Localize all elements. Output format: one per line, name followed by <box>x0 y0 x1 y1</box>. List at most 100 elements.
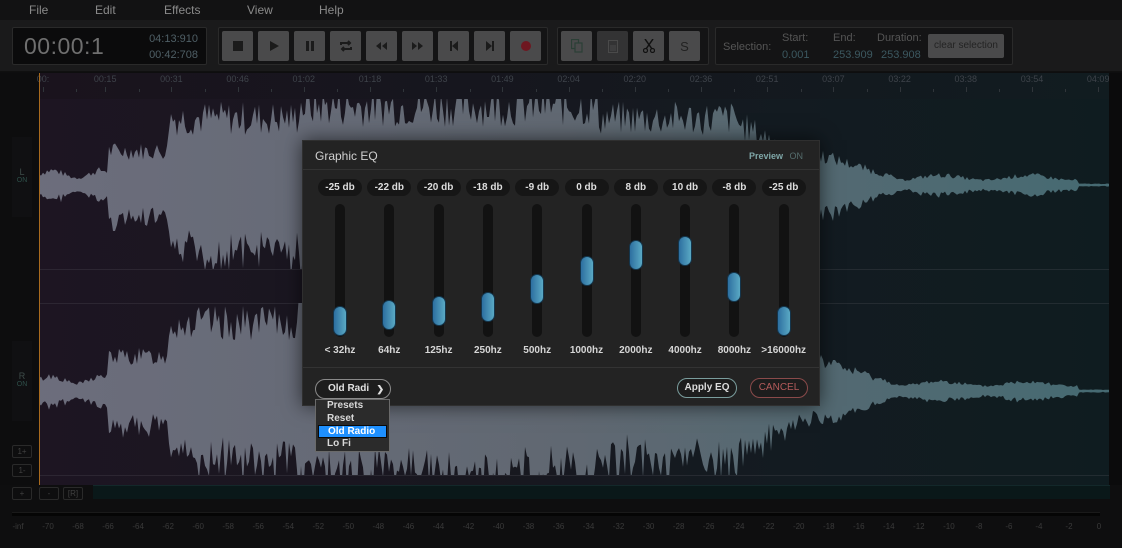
meter-scale-label: -70 <box>42 522 54 531</box>
band-slider-thumb[interactable] <box>431 296 446 326</box>
zoom-reset-button[interactable]: [R] <box>63 487 83 500</box>
preview-state[interactable]: ON <box>790 151 804 161</box>
channel-left-toggle[interactable]: L ON <box>12 137 32 217</box>
meter-scale-label: 0 <box>1096 522 1102 531</box>
scissors-icon <box>642 39 655 53</box>
band-gain-label: 8 db <box>613 179 658 196</box>
ruler-label: 02:51 <box>755 74 779 84</box>
paste-button[interactable] <box>597 31 628 61</box>
band-slider-thumb[interactable] <box>480 292 495 322</box>
band-gain-label: 10 db <box>663 179 708 196</box>
meter-scale-label: -52 <box>312 522 325 531</box>
end-value: 253.909 <box>833 49 873 61</box>
ruler-minor-tick <box>999 89 1001 92</box>
band-slider-track[interactable] <box>729 204 740 337</box>
ruler-tick <box>634 87 636 92</box>
band-frequency-label: >16000hz <box>761 345 807 356</box>
band-slider-thumb[interactable] <box>382 300 397 330</box>
cancel-button[interactable]: CANCEL <box>750 378 808 398</box>
skip-start-icon <box>449 41 458 51</box>
meter-scale-label: -2 <box>1065 522 1073 531</box>
playhead[interactable] <box>39 73 40 485</box>
menu-view[interactable]: View <box>247 0 273 20</box>
ruler-tick <box>1032 87 1033 92</box>
pause-button[interactable] <box>294 31 325 61</box>
zoom-in-vertical-button[interactable]: 1+ <box>12 445 32 458</box>
stop-icon <box>232 41 243 51</box>
toolbar: 00:00:1 04:13:910 00:42:708 S Selection:… <box>0 20 1122 72</box>
band-slider-thumb[interactable] <box>628 240 643 270</box>
eq-band: -20 db 125hz <box>416 179 461 359</box>
scrollbar-thumb[interactable] <box>93 485 1110 499</box>
preset-option-presets[interactable]: Presets <box>316 400 389 413</box>
zoom-out-vertical-button[interactable]: 1- <box>12 464 32 477</box>
meter-scale-label: -38 <box>522 522 535 531</box>
ruler-label: 03:54 <box>1020 74 1044 84</box>
band-slider-thumb[interactable] <box>579 256 594 286</box>
menu-file[interactable]: File <box>29 0 48 20</box>
play-button[interactable] <box>258 31 289 61</box>
silence-button[interactable]: S <box>669 31 700 61</box>
band-slider-thumb[interactable] <box>678 236 693 266</box>
clear-selection-button[interactable]: clear selection <box>928 34 1004 58</box>
loop-button[interactable] <box>330 31 361 61</box>
cut-button[interactable] <box>633 31 664 61</box>
meter-scale-label: -60 <box>192 522 204 531</box>
eq-band: -25 db >16000hz <box>761 179 806 359</box>
current-time: 00:00:1 <box>24 33 105 59</box>
copy-button[interactable] <box>561 31 592 61</box>
preset-select[interactable]: Old Radi ❯ <box>315 379 391 399</box>
preset-option-lo-fi[interactable]: Lo Fi <box>316 438 389 451</box>
horizontal-scrollbar[interactable] <box>93 485 1110 499</box>
band-slider-track[interactable] <box>630 204 641 337</box>
zoom-in-button[interactable]: + <box>12 487 32 500</box>
ruler-minor-tick <box>337 89 339 92</box>
preview-toggle-label[interactable]: Preview <box>749 151 783 161</box>
zoom-out-button[interactable]: - <box>39 487 59 500</box>
ruler-tick <box>502 87 504 92</box>
band-gain-label: -18 db <box>465 179 510 196</box>
band-slider-thumb[interactable] <box>333 306 347 336</box>
preset-option-reset[interactable]: Reset <box>316 413 389 426</box>
menu-help[interactable]: Help <box>319 0 344 20</box>
band-slider-track[interactable] <box>680 204 691 337</box>
ruler-minor-tick <box>76 89 78 92</box>
preset-select-value: Old Radi <box>328 383 370 394</box>
apply-eq-button[interactable]: Apply EQ <box>677 378 737 398</box>
ruler-minor-tick <box>138 89 140 92</box>
ruler-tick <box>701 87 702 92</box>
meter-scale-label: -4 <box>1035 522 1043 531</box>
ruler-minor-tick <box>734 89 736 92</box>
right-gutter <box>1109 73 1122 485</box>
stop-button[interactable] <box>222 31 253 61</box>
ruler-tick <box>370 87 371 92</box>
band-slider-thumb[interactable] <box>530 274 545 304</box>
time-ruler[interactable]: 00: 00:15 00:31 00:46 01:02 01:18 01:33 01:49 02… <box>37 73 1109 99</box>
audio-editor: File Edit Effects View Help 00:00:1 04:1… <box>0 0 1122 548</box>
fast-forward-button[interactable] <box>402 31 433 61</box>
preset-option-old-radio[interactable]: Old Radio <box>318 425 387 438</box>
ruler-minor-tick <box>800 89 802 92</box>
skip-to-start-button[interactable] <box>438 31 469 61</box>
skip-to-end-button[interactable] <box>474 31 505 61</box>
band-slider-track[interactable] <box>532 204 543 337</box>
menu-effects[interactable]: Effects <box>164 0 200 20</box>
eq-band: -25 db < 32hz <box>318 179 362 359</box>
menu-edit[interactable]: Edit <box>95 0 116 20</box>
record-button[interactable] <box>510 31 541 61</box>
band-slider-thumb[interactable] <box>727 272 742 302</box>
meter-scale-label: -40 <box>492 522 505 531</box>
meter-scale-label: -24 <box>732 522 745 531</box>
meter-scale-label: -8 <box>975 522 983 531</box>
channel-right-toggle[interactable]: R ON <box>12 341 32 421</box>
ruler-label: 01:33 <box>424 74 448 84</box>
ruler-tick <box>833 87 835 92</box>
meter-scale-label: -56 <box>252 522 264 531</box>
meter-scale-label: -28 <box>672 522 685 531</box>
ruler-minor-tick <box>535 89 537 92</box>
meter-scale-label: -62 <box>162 522 174 531</box>
band-slider-thumb[interactable] <box>776 306 791 336</box>
ruler-label: 03:22 <box>888 74 911 84</box>
ruler-label: 03:07 <box>822 74 845 84</box>
rewind-button[interactable] <box>366 31 397 61</box>
